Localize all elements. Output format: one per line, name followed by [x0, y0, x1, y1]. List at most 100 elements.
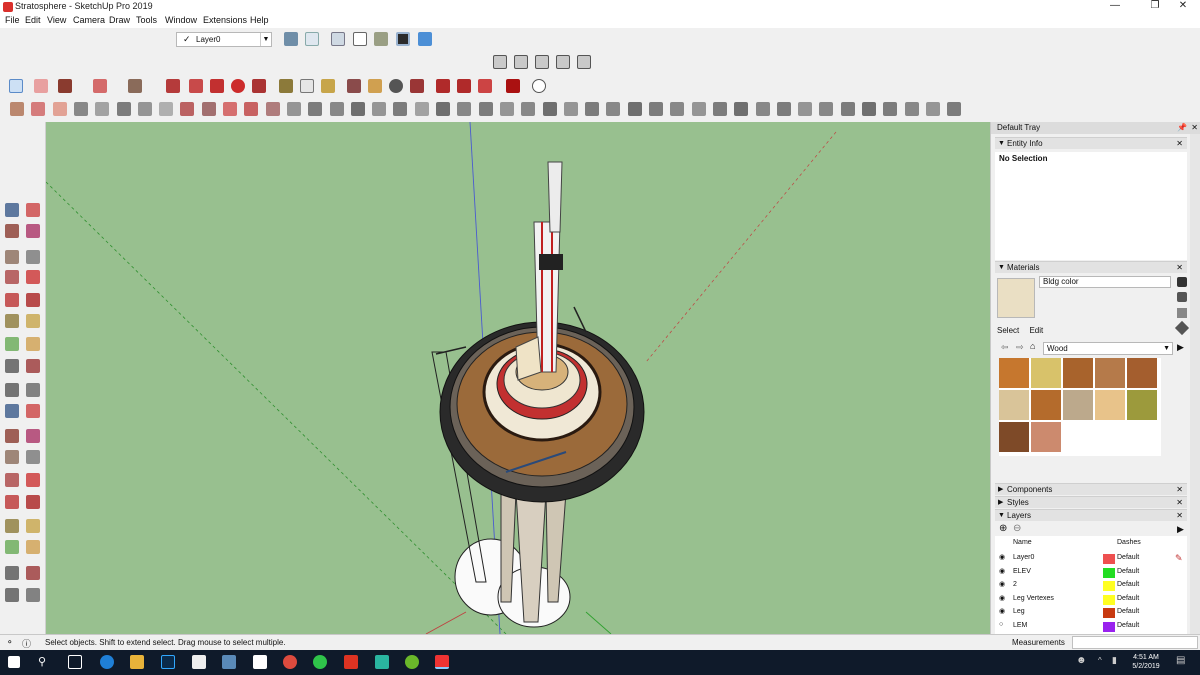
extension-warehouse-icon[interactable] — [478, 79, 492, 93]
extension-tool-icon[interactable] — [180, 102, 195, 116]
large-tool-icon[interactable] — [26, 429, 40, 443]
layer-name[interactable]: LEM — [1013, 622, 1027, 629]
pan-icon[interactable] — [368, 79, 382, 93]
large-tool-icon[interactable] — [5, 314, 19, 328]
tab-select[interactable]: Select — [997, 326, 1019, 335]
mail-icon[interactable] — [253, 655, 267, 669]
move-icon[interactable] — [210, 79, 224, 93]
large-tool-icon[interactable] — [5, 495, 19, 509]
edge-browser-icon[interactable] — [100, 655, 114, 669]
layer-name[interactable]: 2 — [1013, 581, 1017, 588]
extension-tool-icon[interactable] — [712, 102, 727, 116]
extension-tool-icon[interactable] — [10, 102, 24, 116]
home-icon[interactable]: ⌂ — [1030, 341, 1035, 351]
extension-tool-icon[interactable] — [393, 102, 408, 116]
monochrome-icon[interactable] — [418, 32, 432, 46]
large-tool-icon[interactable] — [26, 473, 40, 487]
utorrent-icon[interactable] — [405, 655, 419, 669]
large-tool-icon[interactable] — [5, 540, 19, 554]
extension-tool-icon[interactable] — [776, 102, 791, 116]
extension-tool-icon[interactable] — [329, 102, 344, 116]
rotate-icon[interactable] — [231, 79, 245, 93]
display-section-planes-icon[interactable] — [514, 55, 528, 69]
battery-icon[interactable]: ▮ — [1112, 655, 1117, 666]
large-tool-icon[interactable] — [5, 250, 19, 264]
extension-tool-icon[interactable] — [31, 102, 46, 116]
large-tool-icon[interactable] — [26, 566, 40, 580]
model-canvas[interactable] — [46, 122, 990, 634]
eye-visible-icon[interactable]: ◉ — [999, 594, 1005, 602]
autocad-icon[interactable] — [344, 655, 358, 669]
measurements-input[interactable] — [1072, 636, 1198, 649]
large-tool-icon[interactable] — [26, 495, 40, 509]
layer-row[interactable]: ◉ Leg Default — [995, 607, 1187, 620]
paint-bucket-icon[interactable] — [321, 79, 335, 93]
large-tool-icon[interactable] — [26, 404, 40, 418]
extension-tool-icon[interactable] — [52, 102, 67, 116]
extension-tool-icon[interactable] — [201, 102, 216, 116]
eye-visible-icon[interactable]: ◉ — [999, 553, 1005, 561]
arc-tool-icon[interactable] — [93, 79, 107, 93]
menu-extensions[interactable]: Extensions — [203, 15, 247, 25]
info-icon[interactable]: ⓘ — [22, 637, 31, 650]
layer-color-swatch[interactable] — [1103, 622, 1115, 632]
layer-row[interactable]: ○ LEM Default — [995, 621, 1187, 634]
extension-tool-icon[interactable] — [883, 102, 898, 116]
layer-name[interactable]: Leg Vertexes — [1013, 595, 1054, 602]
extension-tool-icon[interactable] — [308, 102, 323, 116]
extension-tool-icon[interactable] — [904, 102, 919, 116]
menu-window[interactable]: Window — [165, 15, 197, 25]
material-swatch[interactable] — [1095, 390, 1125, 420]
tab-edit[interactable]: Edit — [1029, 326, 1043, 335]
extension-tool-icon[interactable] — [819, 102, 834, 116]
view-iso-icon[interactable] — [284, 32, 298, 46]
large-tool-icon[interactable] — [5, 337, 19, 351]
large-tool-icon[interactable] — [5, 566, 19, 580]
extension-tool-icon[interactable] — [691, 102, 706, 116]
large-tool-icon[interactable] — [5, 293, 19, 307]
extension-tool-icon[interactable] — [244, 102, 259, 116]
people-icon[interactable]: ☻ — [1076, 655, 1087, 666]
network-tool-icon[interactable] — [222, 655, 236, 669]
menu-tools[interactable]: Tools — [136, 15, 157, 25]
minimize-button[interactable]: — — [1098, 0, 1132, 14]
push-pull-icon[interactable] — [166, 79, 180, 93]
eye-visible-icon[interactable]: ◉ — [999, 607, 1005, 615]
task-view-icon[interactable] — [68, 655, 82, 669]
layer-color-swatch[interactable] — [1103, 554, 1115, 564]
delete-layer-icon[interactable]: ⊖ — [1013, 523, 1021, 534]
current-material-swatch[interactable] — [997, 278, 1035, 318]
large-tool-icon[interactable] — [26, 588, 40, 602]
file-explorer-icon[interactable] — [130, 655, 144, 669]
material-swatch[interactable] — [999, 422, 1029, 452]
extension-tool-icon[interactable] — [436, 102, 450, 116]
zoom-icon[interactable] — [389, 79, 403, 93]
warehouse-icon[interactable] — [436, 79, 450, 93]
layer-row[interactable]: ◉ Leg Vertexes Default — [995, 594, 1187, 607]
extension-tool-icon[interactable] — [478, 102, 493, 116]
material-swatch[interactable] — [1031, 390, 1061, 420]
view-top-icon[interactable] — [305, 32, 319, 46]
ruby-console-icon[interactable] — [506, 79, 520, 93]
windows-start-icon[interactable] — [8, 656, 20, 668]
materials-header[interactable]: ▼ Materials ✕ — [995, 261, 1187, 273]
menu-help[interactable]: Help — [250, 15, 269, 25]
extension-tool-icon[interactable] — [159, 102, 174, 116]
large-tool-icon[interactable] — [26, 450, 40, 464]
extension-tool-icon[interactable] — [925, 102, 940, 116]
back-arrow-icon[interactable]: ⇦ — [1001, 342, 1009, 353]
extension-tool-icon[interactable] — [649, 102, 663, 116]
layer-color-swatch[interactable] — [1103, 581, 1115, 592]
eraser-icon[interactable] — [34, 79, 48, 93]
material-swatch[interactable] — [1063, 390, 1093, 420]
large-tool-icon[interactable] — [5, 404, 19, 418]
extension-tool-icon[interactable] — [265, 102, 280, 116]
large-tool-icon[interactable] — [5, 203, 19, 217]
shaded-textures-icon[interactable] — [396, 32, 410, 46]
eye-visible-icon[interactable]: ◉ — [999, 580, 1005, 588]
material-swatch[interactable] — [999, 358, 1029, 388]
orbit-icon[interactable] — [347, 79, 361, 93]
layer-color-swatch[interactable] — [1103, 594, 1115, 605]
shaded-icon[interactable] — [374, 32, 388, 46]
large-tool-icon[interactable] — [5, 270, 19, 284]
